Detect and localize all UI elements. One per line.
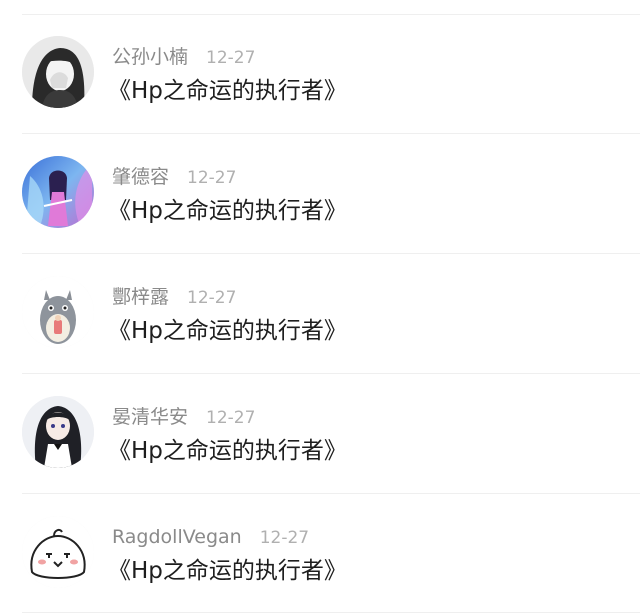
comment-item[interactable]: 肇德容 12-27 《Hp之命运的执行者》 [0, 120, 640, 240]
divider [22, 612, 640, 613]
comment-item[interactable]: 晏清华安 12-27 《Hp之命运的执行者》 [0, 360, 640, 480]
timestamp: 12-27 [187, 168, 237, 188]
comment-item[interactable]: 酆梓露 12-27 《Hp之命运的执行者》 [0, 240, 640, 360]
comment-item[interactable]: RagdollVegan 12-27 《Hp之命运的执行者》 [0, 480, 640, 600]
username[interactable]: 公孙小楠 [112, 46, 188, 68]
anime-girl-black-hair-avatar[interactable] [22, 396, 94, 468]
comment-meta: 公孙小楠 12-27 [112, 44, 255, 70]
comment-meta: 肇德容 12-27 [112, 164, 236, 190]
timestamp: 12-27 [206, 48, 256, 68]
comment-text: 《Hp之命运的执行者》 [108, 78, 347, 104]
timestamp: 12-27 [259, 528, 310, 548]
comment-meta: 晏清华安 12-27 [112, 404, 255, 430]
cute-bun-face-avatar[interactable] [22, 516, 94, 588]
comment-text: 《Hp之命运的执行者》 [108, 438, 347, 464]
comment-text: 《Hp之命运的执行者》 [108, 318, 347, 344]
timestamp: 12-27 [187, 288, 237, 308]
username[interactable]: 晏清华安 [112, 406, 188, 428]
comment-item[interactable]: 公孙小楠 12-27 《Hp之命运的执行者》 [0, 0, 640, 120]
comment-text: 《Hp之命运的执行者》 [108, 198, 347, 224]
comment-list: 公孙小楠 12-27 《Hp之命运的执行者》 肇德容 12-27 《Hp之命运的… [0, 0, 640, 616]
comment-text: 《Hp之命运的执行者》 [108, 558, 347, 584]
comment-meta: RagdollVegan 12-27 [112, 524, 309, 550]
username[interactable]: 酆梓露 [112, 286, 169, 308]
username[interactable]: 肇德容 [112, 166, 169, 188]
comment-meta: 酆梓露 12-27 [112, 284, 236, 310]
totoro-avatar[interactable] [22, 276, 94, 348]
anime-character-blue-pink-avatar[interactable] [22, 156, 94, 228]
username[interactable]: RagdollVegan [112, 526, 242, 548]
girl-hand-over-face-avatar[interactable] [22, 36, 94, 108]
timestamp: 12-27 [206, 408, 256, 428]
